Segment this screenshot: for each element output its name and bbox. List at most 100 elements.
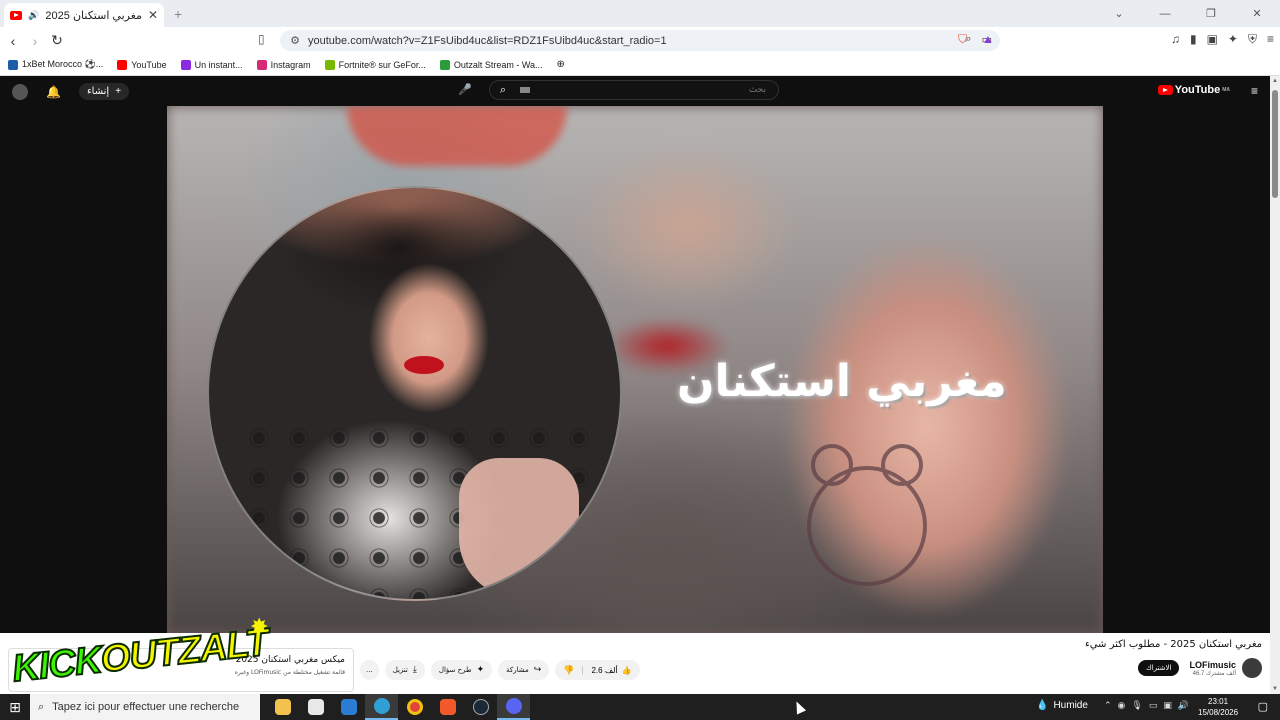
volume-icon[interactable]: 🔊 — [1178, 700, 1189, 711]
video-portrait-circle — [207, 186, 622, 601]
store-icon[interactable] — [299, 694, 332, 720]
download-icon: ⤓ — [412, 665, 417, 675]
globe-icon: ⊕ — [556, 59, 565, 70]
share-icon: ↪ — [533, 665, 542, 675]
scrollbar-thumb[interactable] — [1272, 90, 1278, 198]
video-player[interactable]: مغربي استكنان — [167, 106, 1103, 633]
page-scrollbar[interactable]: ▲ ▼ — [1270, 76, 1280, 694]
ask-button[interactable]: طرح سؤال ✦ — [430, 660, 493, 680]
portrait-hand — [459, 458, 579, 598]
bookmark-outzalt[interactable]: Outzalt Stream - Wa... — [439, 59, 543, 70]
search-box: ⌕ — [489, 80, 779, 100]
steam-icon[interactable] — [464, 694, 497, 720]
search-input[interactable] — [530, 85, 772, 95]
notification-center-icon[interactable]: ▢ — [1258, 700, 1268, 713]
minimize-button[interactable]: — — [1142, 8, 1188, 20]
taskbar-search[interactable]: ⌕ Tapez ici pour effectuer une recherche — [30, 694, 260, 720]
bookmarks-bar: 1xBet Morocco ⚽... YouTube Un instant...… — [0, 54, 1280, 76]
star-icon: ✸ — [250, 614, 269, 639]
bookmark-twitch[interactable]: Un instant... — [180, 59, 243, 70]
edge-icon[interactable] — [365, 694, 398, 720]
channel-text: LOFimusic 46.7 ألف مشترك — [1189, 660, 1236, 677]
back-icon[interactable]: ‹ — [2, 33, 24, 49]
youtube-logo[interactable]: YouTube MA — [1157, 84, 1230, 96]
tab-search-icon[interactable]: ⌄ — [1096, 7, 1142, 20]
channel-name[interactable]: LOFimusic — [1189, 660, 1236, 670]
action-buttons: ... تنزيل ⤓ طرح سؤال ✦ مشاركة ↪ 👎 2.6 ألف 👍 — [360, 660, 640, 680]
maximize-button[interactable]: ❐ — [1188, 7, 1234, 20]
tab-title: مغربي استكنان 2025 - مطلوب اكثر شيء — [45, 9, 142, 22]
speaker-icon[interactable]: 🔊 — [28, 10, 39, 21]
file-explorer-icon[interactable] — [266, 694, 299, 720]
brave-rewards-icon[interactable]: ▲ — [982, 32, 994, 46]
tray-app-icon[interactable]: ◉ — [1118, 700, 1126, 711]
bookmark-icon[interactable]: ▯ — [258, 32, 265, 46]
network-icon[interactable]: ▣ — [1163, 700, 1172, 711]
notifications-bell-icon[interactable]: 🔔 — [46, 85, 61, 99]
bear-drawing — [807, 444, 927, 586]
share-button[interactable]: مشاركة ↪ — [498, 660, 550, 680]
site-info-icon[interactable]: ⚙ — [286, 34, 304, 47]
bookmark-instagram[interactable]: Instagram — [256, 59, 311, 70]
browser-tab[interactable]: 🔊 مغربي استكنان 2025 - مطلوب اكثر شيء ✕ — [4, 3, 164, 27]
create-button[interactable]: إنشاء + — [78, 83, 130, 100]
bookmark-geforce[interactable]: Fortnite® sur GeFor... — [324, 59, 426, 70]
bookmark-youtube[interactable]: YouTube — [117, 59, 167, 70]
kick-outzalt-overlay: KICKOUTZALT ✸ — [0, 610, 300, 696]
guide-menu-icon[interactable]: ≡ — [1251, 84, 1258, 98]
keyboard-icon[interactable] — [520, 87, 530, 93]
download-button[interactable]: تنزيل ⤓ — [384, 660, 425, 680]
forward-icon[interactable]: › — [24, 33, 46, 49]
microphone-icon[interactable]: 🎙 — [1131, 700, 1142, 711]
brave-shield-icon[interactable]: ⛉ — [958, 32, 967, 47]
address-bar-row: ‹ › ↻ ▯ ⚙ youtube.com/watch?v=Z1FsUibd4u… — [0, 27, 1280, 54]
menu-icon[interactable]: ≡ — [1267, 32, 1274, 47]
bookmark-1xbet[interactable]: 1xBet Morocco ⚽... — [8, 59, 103, 70]
url-field[interactable]: ⚙ youtube.com/watch?v=Z1FsUibd4uc&list=R… — [280, 30, 1000, 51]
subscriber-count: 46.7 ألف مشترك — [1192, 670, 1236, 677]
youtube-favicon-icon — [10, 10, 22, 20]
chrome-icon[interactable] — [398, 694, 431, 720]
scroll-down-arrow-icon[interactable]: ▼ — [1270, 686, 1280, 692]
window-controls: ⌄ — ❐ ✕ — [1096, 0, 1280, 27]
taskbar-clock[interactable]: 23:01 15/08/2026 — [1198, 696, 1238, 718]
media-icon[interactable]: ♫ — [1171, 32, 1180, 47]
display-icon[interactable]: ▭ — [1149, 700, 1158, 711]
youtube-logo-icon — [1157, 85, 1173, 95]
windows-start-icon[interactable]: ⊞ — [0, 699, 30, 716]
tab-close-icon[interactable]: ✕ — [148, 8, 158, 22]
clock-time: 23:01 — [1208, 697, 1229, 706]
new-tab-button[interactable]: + — [174, 6, 182, 22]
leo-ai-icon[interactable]: ✦ — [1228, 32, 1238, 47]
close-window-button[interactable]: ✕ — [1234, 7, 1280, 20]
channel-avatar[interactable] — [1242, 658, 1262, 678]
like-button[interactable]: 2.6 ألف 👍 — [582, 665, 639, 675]
twitch-icon — [180, 59, 191, 70]
discord-icon[interactable] — [497, 694, 530, 720]
more-actions-button[interactable]: ... — [360, 660, 379, 680]
channel-row: الاشتراك LOFimusic 46.7 ألف مشترك — [1137, 658, 1262, 678]
search-icon: ⌕ — [38, 700, 45, 713]
wallet-icon[interactable]: ▣ — [1207, 32, 1218, 47]
scroll-up-arrow-icon[interactable]: ▲ — [1270, 78, 1280, 84]
water-drop-icon: 💧 — [1036, 700, 1049, 711]
account-avatar[interactable] — [12, 83, 28, 100]
video-art-title: مغربي استكنان — [677, 356, 1007, 407]
instagram-icon — [256, 59, 267, 70]
weather-widget[interactable]: 💧 Humide — [1036, 700, 1088, 711]
geforce-icon — [324, 59, 335, 70]
channel-info[interactable]: LOFimusic 46.7 ألف مشترك — [1189, 658, 1262, 678]
tray-expand-icon[interactable]: ⌃ — [1104, 700, 1112, 711]
clock-date: 15/08/2026 — [1198, 708, 1239, 717]
mail-icon[interactable] — [332, 694, 365, 720]
voice-search-mic-icon[interactable]: 🎤 — [455, 80, 475, 100]
vpn-icon[interactable]: ⛨ — [1248, 32, 1257, 47]
sidebar-icon[interactable]: ▮ — [1190, 32, 1197, 47]
subscribe-button[interactable]: الاشتراك — [1137, 660, 1180, 676]
bookmark-globe[interactable]: ⊕ — [557, 59, 565, 70]
dislike-icon[interactable]: 👎 — [555, 665, 582, 676]
search-button-icon[interactable]: ⌕ — [490, 84, 516, 97]
brave-icon[interactable] — [431, 694, 464, 720]
like-dislike-bar: 👎 2.6 ألف 👍 — [555, 660, 640, 680]
reload-icon[interactable]: ↻ — [46, 32, 68, 49]
